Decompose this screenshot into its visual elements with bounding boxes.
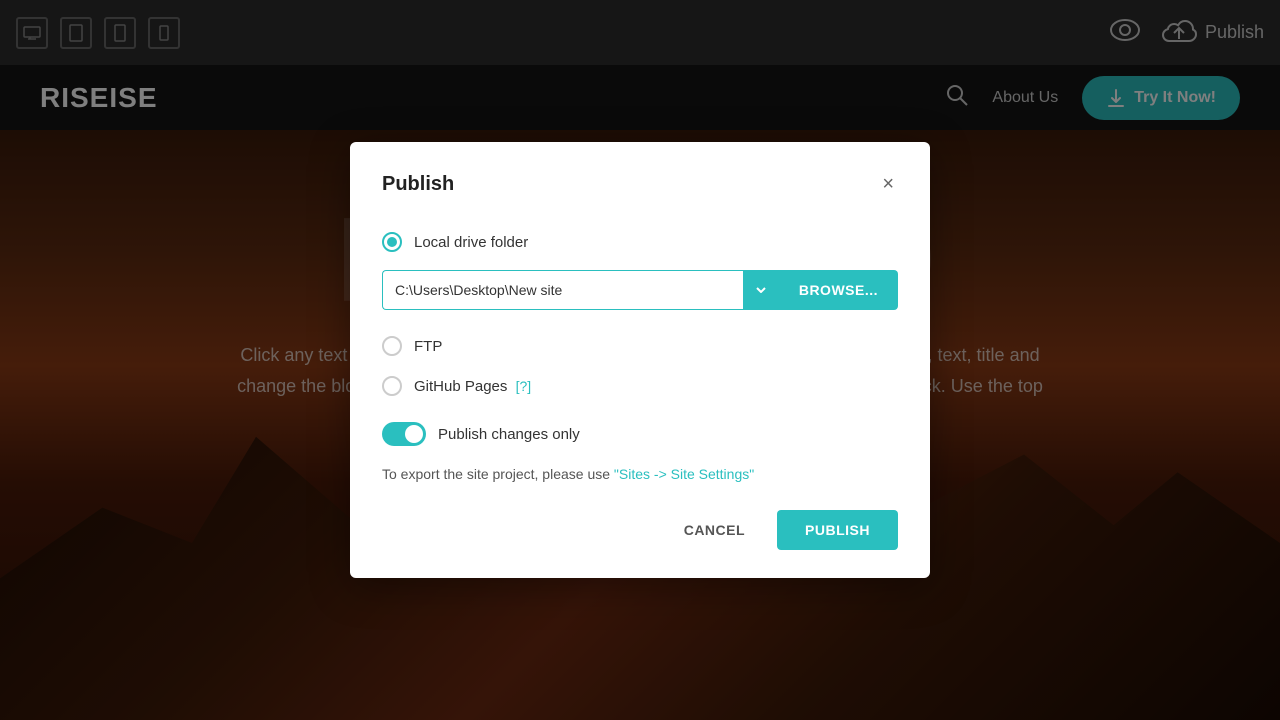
local-drive-radio[interactable]: [382, 232, 402, 252]
cancel-button[interactable]: CANCEL: [668, 512, 761, 548]
ftp-radio[interactable]: [382, 336, 402, 356]
publish-changes-toggle-row: Publish changes only: [382, 422, 898, 446]
modal-title: Publish: [382, 173, 454, 196]
path-dropdown-button[interactable]: [743, 270, 779, 310]
github-radio[interactable]: [382, 376, 402, 396]
publish-changes-label: Publish changes only: [438, 426, 580, 443]
github-pages-option[interactable]: GitHub Pages [?]: [382, 366, 898, 406]
local-drive-option[interactable]: Local drive folder: [382, 222, 898, 262]
github-label: GitHub Pages [?]: [414, 378, 531, 395]
ftp-label: FTP: [414, 338, 442, 355]
modal-footer: CANCEL PUBLISH: [382, 510, 898, 550]
github-help-link[interactable]: [?]: [516, 378, 532, 394]
export-notice-text: To export the site project, please use: [382, 466, 614, 482]
publish-changes-toggle[interactable]: [382, 422, 426, 446]
export-link[interactable]: "Sites -> Site Settings": [614, 466, 754, 482]
local-drive-label: Local drive folder: [414, 234, 528, 251]
path-input[interactable]: [382, 270, 743, 310]
ftp-option[interactable]: FTP: [382, 326, 898, 366]
publish-button[interactable]: PUBLISH: [777, 510, 898, 550]
browse-button[interactable]: BROWSE...: [779, 270, 898, 310]
export-notice: To export the site project, please use "…: [382, 466, 898, 482]
modal-header: Publish ×: [382, 170, 898, 198]
publish-modal: Publish × Local drive folder BROWSE... F…: [350, 142, 930, 578]
modal-close-button[interactable]: ×: [878, 170, 898, 198]
path-row: BROWSE...: [382, 270, 898, 310]
